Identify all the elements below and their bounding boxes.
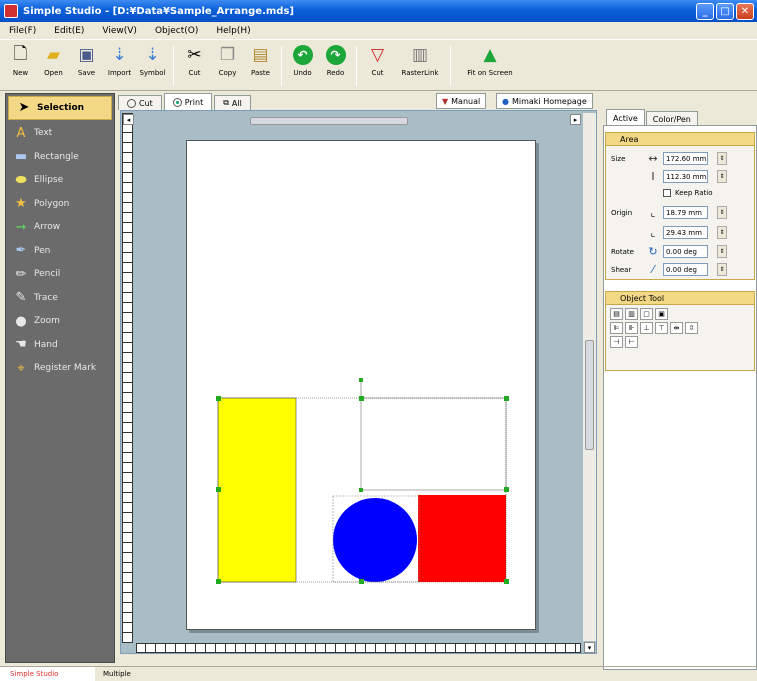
status-selection: Multiple [103,670,131,678]
rotate-field[interactable]: 0.00 deg [663,245,708,258]
rotate-spinner[interactable]: ⇕ [717,245,727,258]
keep-ratio-label: Keep Ratio [675,189,713,197]
size-label: Size [611,154,626,163]
origin-y-icon: ⌞ [650,226,656,239]
ungroup-icon[interactable]: ▥ [625,308,638,320]
object-tool-title: Object Tool [606,292,754,305]
height-spinner[interactable]: ⇕ [717,170,727,183]
width-spinner[interactable]: ⇕ [717,152,727,165]
rotate-icon: ↻ [648,245,658,258]
shear-icon: ⁄ [652,263,654,276]
align-left-icon[interactable]: ⊫ [610,322,623,334]
group-icon[interactable]: ▤ [610,308,623,320]
distribute-h-icon[interactable]: ⇹ [670,322,683,334]
yellow-rectangle[interactable] [217,397,297,583]
red-rectangle[interactable] [418,495,506,582]
height-icon: I [651,170,655,183]
area-group: Area Size ↔ 172.60 mm ⇕ I 112.30 mm ⇕ Ke… [605,132,755,280]
shear-field[interactable]: 0.00 deg [663,263,708,276]
area-title: Area [606,133,754,146]
width-field[interactable]: 172.60 mm [663,152,708,165]
origin-x-spinner[interactable]: ⇕ [717,206,727,219]
rotate-label: Rotate [611,247,634,256]
object-tool-group: Object Tool ▤ ▥ ▢ ▣ ⊫ ⊪ ⊥ ⊤ ⇹ ⇳ ⊣ ⊢ [605,291,755,371]
height-field[interactable]: 112.30 mm [663,170,708,183]
keep-ratio-checkbox[interactable] [663,189,671,197]
status-bar: Simple Studio Multiple [0,666,757,681]
uncombine-icon[interactable]: ▣ [655,308,668,320]
tab-active[interactable]: Active [606,109,645,126]
align-bottom-icon[interactable]: ⊥ [640,322,653,334]
origin-y-spinner[interactable]: ⇕ [717,226,727,239]
combine-icon[interactable]: ▢ [640,308,653,320]
shear-label: Shear [611,265,632,274]
center-v-icon[interactable]: ⊢ [625,336,638,348]
status-app-name: Simple Studio [0,667,95,681]
distribute-v-icon[interactable]: ⇳ [685,322,698,334]
blue-circle[interactable] [333,498,417,582]
origin-label: Origin [611,208,633,217]
origin-x-field[interactable]: 18.79 mm [663,206,708,219]
group-bounding-box [360,397,507,491]
origin-y-field[interactable]: 29.43 mm [663,226,708,239]
origin-x-icon: ⌞ [650,206,656,219]
align-top-icon[interactable]: ⊤ [655,322,668,334]
shear-spinner[interactable]: ⇕ [717,263,727,276]
center-h-icon[interactable]: ⊣ [610,336,623,348]
width-icon: ↔ [648,152,658,165]
align-center-icon[interactable]: ⊪ [625,322,638,334]
panel-tabs: Active Color/Pen [606,108,699,126]
tab-color-pen[interactable]: Color/Pen [645,111,698,126]
